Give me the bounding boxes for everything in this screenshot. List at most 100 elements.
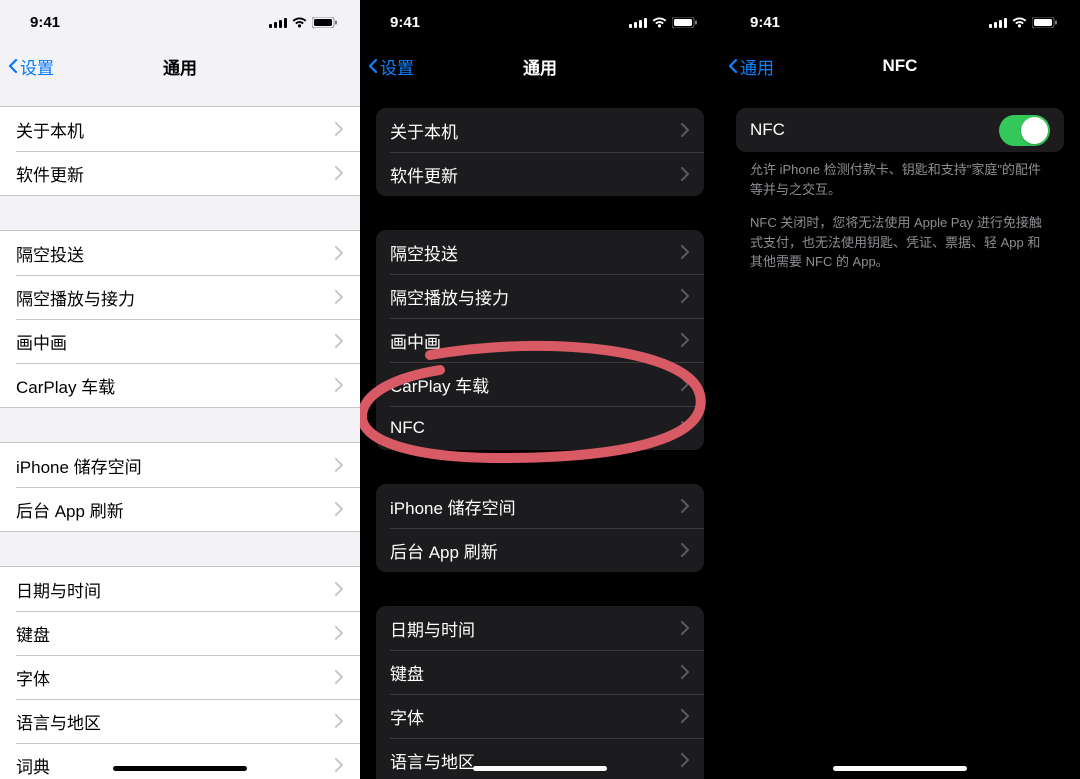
row-background-refresh[interactable]: 后台 App 刷新 [376,528,704,572]
row-fonts[interactable]: 字体 [376,694,704,738]
back-label: 设置 [380,54,414,79]
chevron-right-icon [334,166,344,180]
status-icons [989,16,1058,28]
row-date-time[interactable]: 日期与时间 [376,606,704,650]
status-bar: 9:41 [0,0,360,44]
chevron-right-icon [680,621,690,635]
back-label: 设置 [20,54,54,79]
status-icons [629,16,698,28]
group-airdrop: 隔空投送 隔空播放与接力 画中画 CarPlay 车载 NFC [376,230,704,450]
signal-icon [629,17,647,28]
nfc-label: NFC [750,120,785,140]
row-nfc-toggle[interactable]: NFC [736,108,1064,152]
row-carplay[interactable]: CarPlay 车载 [376,362,704,406]
chevron-left-icon [8,59,18,73]
row-software-update[interactable]: 软件更新 [0,151,360,195]
row-about[interactable]: 关于本机 [376,108,704,152]
battery-icon [1032,17,1058,28]
chevron-right-icon [334,290,344,304]
row-fonts[interactable]: 字体 [0,655,360,699]
group-date: 日期与时间 键盘 字体 语言与地区 词典 [0,566,360,779]
status-bar: 9:41 [360,0,720,44]
content: 关于本机 软件更新 隔空投送 隔空播放与接力 画中画 CarPlay 车载 iP… [0,106,360,779]
wifi-icon [292,16,307,28]
row-date-time[interactable]: 日期与时间 [0,567,360,611]
group-date: 日期与时间 键盘 字体 语言与地区 词典 [376,606,704,779]
status-bar: 9:41 [720,0,1080,44]
home-indicator[interactable] [113,766,247,771]
chevron-right-icon [334,758,344,772]
row-keyboard[interactable]: 键盘 [0,611,360,655]
row-dictionary[interactable]: 词典 [0,743,360,779]
chevron-right-icon [680,123,690,137]
row-software-update[interactable]: 软件更新 [376,152,704,196]
chevron-right-icon [334,626,344,640]
wifi-icon [652,16,667,28]
back-button[interactable]: 设置 [8,54,54,79]
chevron-right-icon [334,334,344,348]
battery-icon [312,17,338,28]
content: NFC 允许 iPhone 检测付款卡、钥匙和支持"家庭"的配件等并与之交互。 … [720,108,1080,272]
row-airplay[interactable]: 隔空播放与接力 [376,274,704,318]
group-storage: iPhone 储存空间 后台 App 刷新 [0,442,360,532]
chevron-right-icon [680,753,690,767]
row-about[interactable]: 关于本机 [0,107,360,151]
chevron-right-icon [680,167,690,181]
row-language[interactable]: 语言与地区 [376,738,704,779]
wifi-icon [1012,16,1027,28]
chevron-right-icon [680,421,690,435]
row-airplay[interactable]: 隔空播放与接力 [0,275,360,319]
battery-icon [672,17,698,28]
chevron-right-icon [334,378,344,392]
chevron-right-icon [334,122,344,136]
chevron-right-icon [680,709,690,723]
home-indicator[interactable] [833,766,967,771]
nfc-toggle[interactable] [999,115,1050,146]
screen-general-light: 9:41 设置 通用 关于本机 软件更新 隔空投送 隔空播放与接力 画中画 Ca… [0,0,360,779]
row-pip[interactable]: 画中画 [0,319,360,363]
row-storage[interactable]: iPhone 储存空间 [376,484,704,528]
group-storage: iPhone 储存空间 后台 App 刷新 [376,484,704,572]
back-label: 通用 [740,54,774,79]
chevron-right-icon [334,246,344,260]
status-icons [269,16,338,28]
row-carplay[interactable]: CarPlay 车载 [0,363,360,407]
group-nfc-toggle: NFC [736,108,1064,152]
chevron-right-icon [334,714,344,728]
row-background-refresh[interactable]: 后台 App 刷新 [0,487,360,531]
chevron-right-icon [680,499,690,513]
status-time: 9:41 [750,14,780,31]
row-storage[interactable]: iPhone 储存空间 [0,443,360,487]
row-language[interactable]: 语言与地区 [0,699,360,743]
chevron-right-icon [334,502,344,516]
chevron-right-icon [680,665,690,679]
chevron-right-icon [680,245,690,259]
chevron-right-icon [680,333,690,347]
screen-nfc-detail: 9:41 通用 NFC NFC 允许 iPhone 检测付款卡、钥匙和支持"家庭… [720,0,1080,779]
chevron-left-icon [728,59,738,73]
row-nfc[interactable]: NFC [376,406,704,450]
group-about: 关于本机 软件更新 [0,106,360,196]
row-airdrop[interactable]: 隔空投送 [376,230,704,274]
status-time: 9:41 [30,14,60,31]
signal-icon [269,17,287,28]
row-airdrop[interactable]: 隔空投送 [0,231,360,275]
signal-icon [989,17,1007,28]
row-pip[interactable]: 画中画 [376,318,704,362]
page-title: NFC [883,56,918,76]
chevron-right-icon [334,670,344,684]
row-keyboard[interactable]: 键盘 [376,650,704,694]
footer-text-1: 允许 iPhone 检测付款卡、钥匙和支持"家庭"的配件等并与之交互。 [720,152,1080,199]
group-about: 关于本机 软件更新 [376,108,704,196]
screen-general-dark: 9:41 设置 通用 关于本机 软件更新 隔空投送 隔空播放与接力 画中画 Ca… [360,0,720,779]
group-airdrop: 隔空投送 隔空播放与接力 画中画 CarPlay 车载 [0,230,360,408]
chevron-right-icon [680,377,690,391]
chevron-right-icon [334,582,344,596]
chevron-right-icon [334,458,344,472]
page-title: 通用 [523,54,557,79]
chevron-right-icon [680,543,690,557]
back-button[interactable]: 通用 [728,54,774,79]
chevron-left-icon [368,59,378,73]
back-button[interactable]: 设置 [368,54,414,79]
home-indicator[interactable] [473,766,607,771]
